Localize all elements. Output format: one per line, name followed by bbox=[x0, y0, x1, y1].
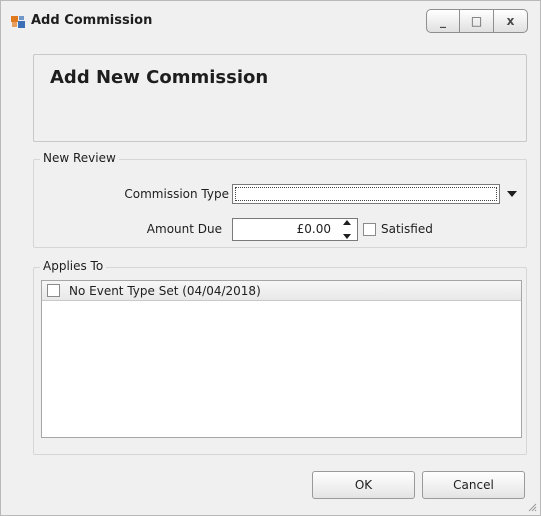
applies-to-list[interactable]: No Event Type Set (04/04/2018) bbox=[41, 280, 522, 438]
amount-due-spinner[interactable]: £0.00 bbox=[232, 218, 358, 241]
close-button[interactable]: x bbox=[494, 9, 528, 33]
satisfied-checkbox[interactable] bbox=[363, 223, 376, 236]
minimize-button[interactable]: _ bbox=[426, 9, 460, 33]
close-icon: x bbox=[506, 14, 515, 28]
dialog-window: Add Commission _ □ x Add New Commission … bbox=[0, 0, 541, 516]
new-review-group-label: New Review bbox=[40, 151, 119, 165]
commission-type-focus-rect bbox=[235, 187, 497, 201]
resize-grip-icon[interactable] bbox=[527, 502, 537, 512]
chevron-down-icon bbox=[507, 191, 517, 197]
commission-type-label: Commission Type bbox=[124, 187, 229, 201]
window-app-icon bbox=[10, 14, 26, 30]
list-item-checkbox[interactable] bbox=[47, 284, 60, 297]
page-title: Add New Commission bbox=[50, 67, 269, 88]
maximize-icon: □ bbox=[470, 14, 483, 28]
satisfied-label[interactable]: Satisfied bbox=[381, 222, 433, 236]
amount-due-value[interactable]: £0.00 bbox=[297, 222, 331, 236]
list-item[interactable]: No Event Type Set (04/04/2018) bbox=[42, 281, 521, 301]
maximize-button[interactable]: □ bbox=[460, 9, 494, 33]
header-panel: Add New Commission bbox=[33, 54, 527, 142]
amount-due-spin-buttons bbox=[340, 220, 354, 239]
title-bar[interactable]: Add Commission _ □ x bbox=[1, 1, 540, 43]
spin-down-icon[interactable] bbox=[343, 233, 351, 239]
amount-due-label: Amount Due bbox=[146, 222, 222, 236]
list-item-label[interactable]: No Event Type Set (04/04/2018) bbox=[69, 284, 261, 298]
minimize-icon: _ bbox=[440, 14, 446, 28]
commission-type-select[interactable] bbox=[232, 184, 500, 204]
applies-to-group-label: Applies To bbox=[40, 259, 107, 273]
window-title: Add Commission bbox=[31, 13, 153, 28]
ok-button[interactable]: OK bbox=[312, 471, 415, 499]
window-controls: _ □ x bbox=[426, 9, 528, 33]
commission-type-dropdown-button[interactable] bbox=[502, 184, 522, 204]
cancel-button[interactable]: Cancel bbox=[422, 471, 525, 499]
spin-up-icon[interactable] bbox=[343, 220, 351, 226]
